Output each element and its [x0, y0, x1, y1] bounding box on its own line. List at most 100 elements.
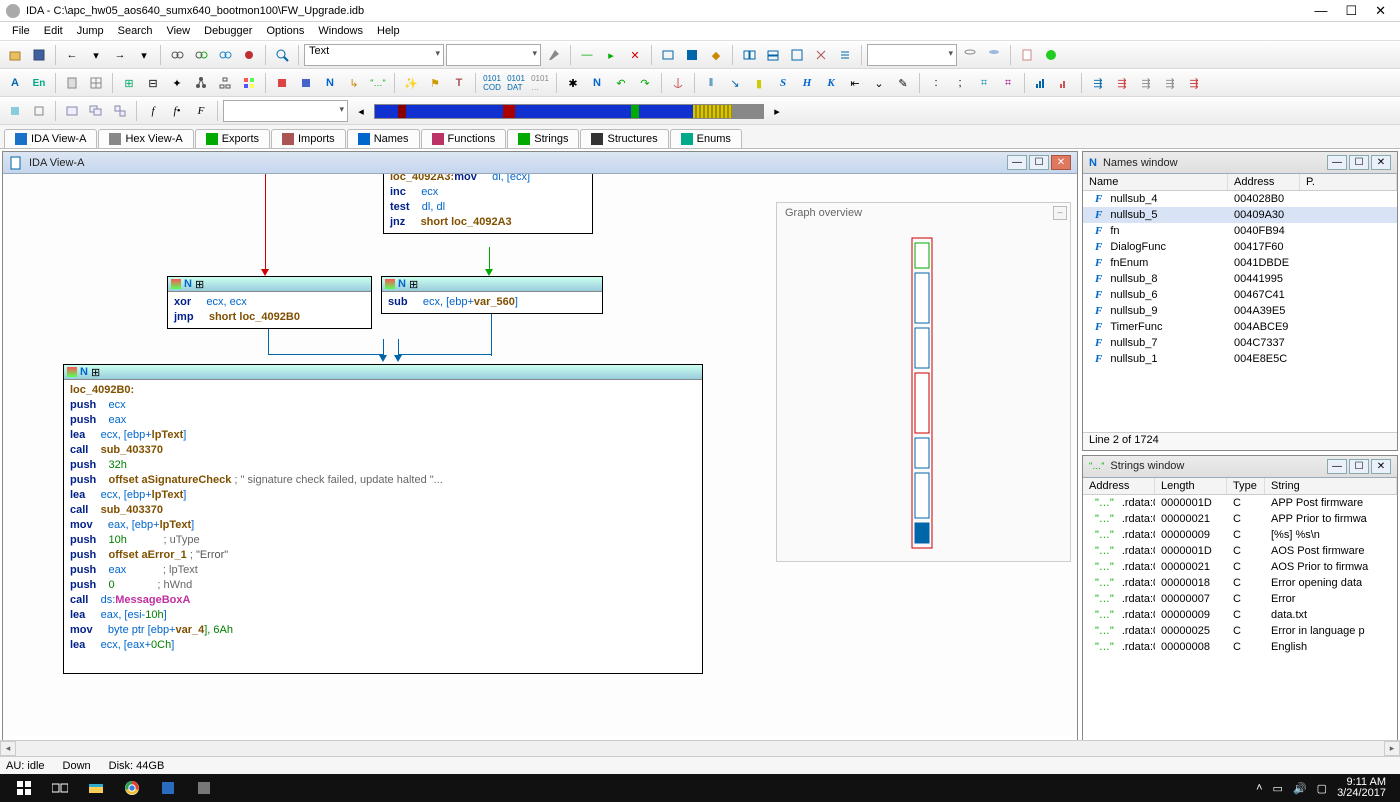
binoculars-data-icon[interactable]: [214, 44, 236, 66]
minus-icon[interactable]: —: [576, 44, 598, 66]
back-icon[interactable]: ←: [61, 44, 83, 66]
close-button[interactable]: ✕: [1375, 3, 1386, 19]
strings-row[interactable]: "…".rdata:0...0000001DCAOS Post firmware: [1083, 543, 1397, 559]
tray-chevron-icon[interactable]: ˄: [1256, 782, 1262, 794]
strings-row[interactable]: "…".rdata:0...00000009C[%s] %s\n: [1083, 527, 1397, 543]
names-row[interactable]: Fnullsub_1004E8E5C: [1083, 351, 1397, 367]
text-a-icon[interactable]: A: [4, 72, 26, 94]
code-icon[interactable]: 0101COD: [481, 72, 503, 94]
col-type[interactable]: Type: [1227, 478, 1265, 494]
tray-volume-icon[interactable]: 🔊: [1293, 782, 1307, 795]
pane-minimize-button[interactable]: —: [1007, 155, 1027, 170]
names-row[interactable]: Ffn0040FB94: [1083, 223, 1397, 239]
flag-icon[interactable]: ⚑: [424, 72, 446, 94]
maximize-button[interactable]: ☐: [1345, 3, 1357, 19]
chart-icon[interactable]: [1030, 72, 1052, 94]
pane-maximize-button[interactable]: ☐: [1349, 155, 1369, 170]
tab-exports[interactable]: Exports: [195, 129, 270, 148]
anchor-icon[interactable]: [667, 72, 689, 94]
dropdown-icon[interactable]: ▾: [85, 44, 107, 66]
string-icon[interactable]: "…": [367, 72, 389, 94]
undef-icon[interactable]: 0101…: [529, 72, 551, 94]
scroll-right-button[interactable]: ▸: [1384, 741, 1400, 756]
tab-strings[interactable]: Strings: [507, 129, 579, 148]
record-icon[interactable]: [1040, 44, 1062, 66]
strings-list[interactable]: "…".rdata:0...0000001DCAPP Post firmware…: [1083, 495, 1397, 754]
menu-windows[interactable]: Windows: [312, 23, 369, 39]
fn-icon[interactable]: f: [142, 100, 164, 122]
col-length[interactable]: Length: [1155, 478, 1227, 494]
names-row[interactable]: FDialogFunc00417F60: [1083, 239, 1397, 255]
bug-icon[interactable]: [238, 44, 260, 66]
menu-file[interactable]: File: [6, 23, 36, 39]
menu-help[interactable]: Help: [371, 23, 406, 39]
window3-icon[interactable]: [109, 100, 131, 122]
menu-options[interactable]: Options: [260, 23, 310, 39]
step-icon[interactable]: ↘: [724, 72, 746, 94]
names-titlebar[interactable]: N Names window — ☐ ✕: [1083, 152, 1397, 174]
pencil-icon[interactable]: ✎: [892, 72, 914, 94]
arrow-right-icon[interactable]: ▸: [600, 44, 622, 66]
strings-row[interactable]: "…".rdata:0...00000018CError opening dat…: [1083, 575, 1397, 591]
menu-edit[interactable]: Edit: [38, 23, 69, 39]
redo-icon[interactable]: ↷: [634, 72, 656, 94]
tray-notifications-icon[interactable]: ▢: [1317, 782, 1327, 795]
wand-icon[interactable]: ✨: [400, 72, 422, 94]
collapse-icon[interactable]: ⇤: [844, 72, 866, 94]
star2-icon[interactable]: ✱: [562, 72, 584, 94]
list-icon[interactable]: [834, 44, 856, 66]
tab-functions[interactable]: Functions: [421, 129, 507, 148]
nav-left-icon[interactable]: ◂: [350, 100, 372, 122]
menu-view[interactable]: View: [160, 23, 196, 39]
start-button[interactable]: [6, 774, 42, 802]
col-name[interactable]: Name: [1083, 174, 1228, 190]
graph-node[interactable]: N⊞ xor ecx, ecxjmp short loc_4092B0: [167, 276, 372, 329]
graph-node[interactable]: N⊞ sub ecx, [ebp+var_560]: [381, 276, 603, 314]
expand-icon[interactable]: ⌄: [868, 72, 890, 94]
nav-right-icon[interactable]: ▸: [766, 100, 788, 122]
pane-close-button[interactable]: ✕: [1371, 459, 1391, 474]
tree2-icon[interactable]: ⊟: [142, 72, 164, 94]
menu-debugger[interactable]: Debugger: [198, 23, 258, 39]
grid-icon[interactable]: [85, 72, 107, 94]
layout3-icon[interactable]: [786, 44, 808, 66]
xref5-icon[interactable]: ⇶: [1183, 72, 1205, 94]
names-row[interactable]: Fnullsub_800441995: [1083, 271, 1397, 287]
tab-structures[interactable]: Structures: [580, 129, 668, 148]
strings-row[interactable]: "…".rdata:0...00000021CAOS Prior to firm…: [1083, 559, 1397, 575]
col-address[interactable]: Address: [1228, 174, 1300, 190]
search-combo[interactable]: [446, 44, 541, 66]
pane-close-button[interactable]: ✕: [1051, 155, 1071, 170]
col-address[interactable]: Address: [1083, 478, 1155, 494]
enum-icon[interactable]: En: [28, 72, 50, 94]
pane-minimize-button[interactable]: —: [1327, 155, 1347, 170]
unmark-icon[interactable]: [28, 100, 50, 122]
block-red-icon[interactable]: [271, 72, 293, 94]
names-row[interactable]: FfnEnum0041DBDE: [1083, 255, 1397, 271]
tree-icon[interactable]: ⊞: [118, 72, 140, 94]
xref3-icon[interactable]: ⇶: [1135, 72, 1157, 94]
strings-row[interactable]: "…".rdata:0...00000025CError in language…: [1083, 623, 1397, 639]
open-icon[interactable]: [4, 44, 26, 66]
yellow-icon[interactable]: ▮: [748, 72, 770, 94]
names-row[interactable]: Fnullsub_600467C41: [1083, 287, 1397, 303]
graph-overview-collapse-button[interactable]: –: [1053, 206, 1067, 220]
strings-row[interactable]: "…".rdata:0...0000001DCAPP Post firmware: [1083, 495, 1397, 511]
db-icon[interactable]: [959, 44, 981, 66]
fn3-icon[interactable]: F: [190, 100, 212, 122]
graph-view[interactable]: loc_4092A3:mov dl, [ecx]inc ecxtest dl, …: [3, 174, 1077, 735]
scroll-left-button[interactable]: ◂: [0, 741, 16, 756]
system-tray[interactable]: ˄ ▭ 🔊 ▢ 9:11 AM 3/24/2017: [1256, 777, 1394, 799]
ida-view-titlebar[interactable]: IDA View-A — ☐ ✕: [3, 152, 1077, 174]
tab-enums[interactable]: Enums: [670, 129, 742, 148]
strings-hscroll[interactable]: ◂ ▸: [0, 740, 1400, 756]
graph-overview[interactable]: Graph overview –: [776, 202, 1071, 562]
window2-icon[interactable]: [85, 100, 107, 122]
pane-maximize-button[interactable]: ☐: [1349, 459, 1369, 474]
rename-icon[interactable]: ↳: [343, 72, 365, 94]
xref4-icon[interactable]: ⇶: [1159, 72, 1181, 94]
k-icon[interactable]: K: [820, 72, 842, 94]
menu-search[interactable]: Search: [112, 23, 159, 39]
names-list[interactable]: Fnullsub_4004028B0Fnullsub_500409A30Ffn0…: [1083, 191, 1397, 432]
pane-maximize-button[interactable]: ☐: [1029, 155, 1049, 170]
